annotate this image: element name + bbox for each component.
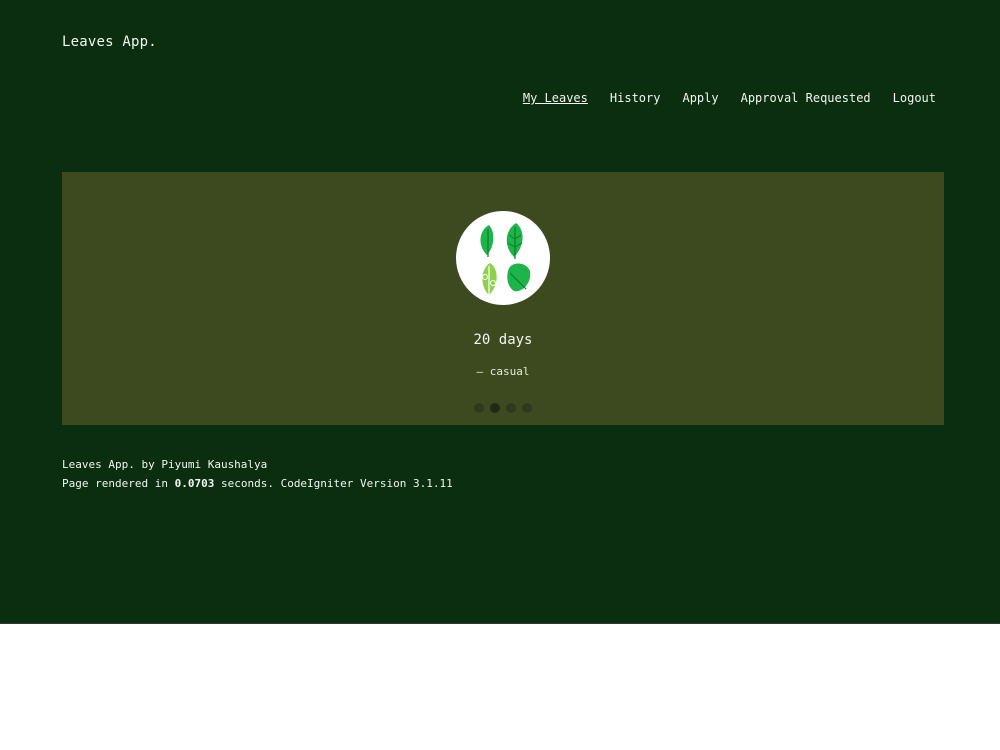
leave-balance-title: 20 days [473, 332, 533, 348]
render-suffix: seconds. CodeIgniter Version 3.1.11 [214, 477, 453, 490]
leaves-illustration-icon [456, 211, 550, 305]
app-page: Leaves App. My Leaves History Apply Appr… [0, 0, 1000, 624]
carousel-dot-1[interactable] [474, 403, 484, 413]
render-time: 0.0703 [174, 477, 215, 490]
leave-type-label: — casual [476, 365, 530, 378]
nav-item-approval-requested[interactable]: Approval Requested [741, 91, 871, 105]
leaves-illustration-svg [480, 223, 531, 297]
nav-item-my-leaves[interactable]: My Leaves [523, 91, 588, 105]
nav-item-apply[interactable]: Apply [682, 91, 718, 105]
main-nav: My Leaves History Apply Approval Request… [523, 91, 936, 105]
nav-item-history[interactable]: History [610, 91, 661, 105]
nav-item-logout[interactable]: Logout [893, 91, 936, 105]
carousel-dot-4[interactable] [522, 403, 532, 413]
leave-carousel: 20 days — casual [62, 172, 944, 425]
render-prefix: Page rendered in [62, 477, 175, 490]
footer-render-info: Page rendered in 0.0703 seconds. CodeIgn… [62, 474, 453, 493]
carousel-dot-3[interactable] [506, 403, 516, 413]
brand-title[interactable]: Leaves App. [62, 34, 157, 50]
page-footer: Leaves App. by Piyumi Kaushalya Page ren… [62, 455, 453, 493]
footer-credit: Leaves App. by Piyumi Kaushalya [62, 458, 268, 471]
carousel-dot-2[interactable] [490, 403, 500, 413]
carousel-indicators [62, 403, 944, 413]
